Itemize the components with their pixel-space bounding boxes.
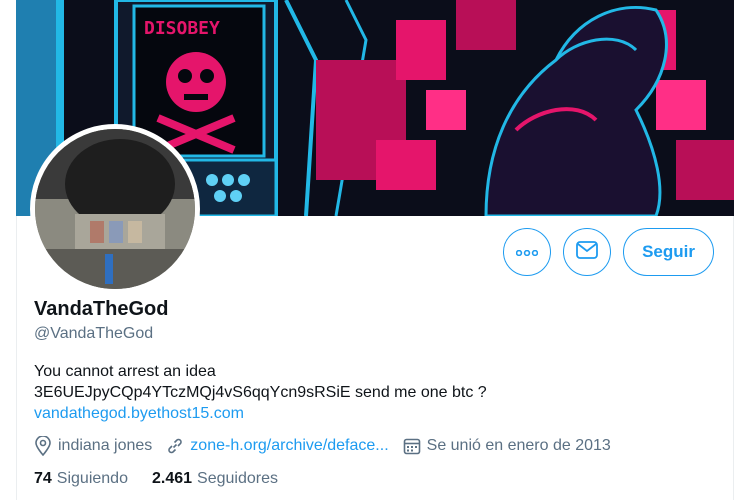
- following-stat[interactable]: 74 Siguiendo: [34, 470, 128, 488]
- bio-link[interactable]: vandathegod.byethost15.com: [34, 405, 244, 422]
- profile-bio: You cannot arrest an idea 3E6UEJpyCQp4YT…: [34, 361, 724, 424]
- more-options-button[interactable]: [503, 228, 552, 276]
- website-link[interactable]: zone-h.org/archive/deface...: [190, 437, 388, 455]
- location-pin-icon: [34, 436, 52, 456]
- display-name: VandaTheGod: [34, 298, 169, 320]
- location-text: indiana jones: [58, 437, 153, 454]
- website: zone-h.org/archive/deface...: [166, 437, 389, 455]
- followers-count: 2.461: [151, 470, 193, 487]
- follow-stats: 74 Siguiendo 2.461 Seguidores: [34, 470, 724, 488]
- join-date-text: Se unió en enero de 2013: [426, 437, 611, 454]
- message-button[interactable]: [563, 228, 612, 276]
- user-handle: @VandaTheGod: [34, 325, 154, 342]
- calendar-icon: [403, 437, 421, 455]
- following-count: 74: [34, 470, 52, 487]
- bio-line-2: 3E6UEJpyCQp4YTczMQj4vS6qqYcn9sRSiE send …: [34, 384, 487, 401]
- location: indiana jones: [34, 436, 152, 456]
- bio-line-1: You cannot arrest an idea: [34, 363, 216, 380]
- followers-stat[interactable]: 2.461 Seguidores: [152, 470, 278, 488]
- profile-avatar[interactable]: [30, 124, 200, 294]
- following-label: Siguiendo: [56, 470, 128, 487]
- profile-actions: Seguir: [503, 228, 714, 276]
- followers-label: Seguidores: [197, 470, 278, 487]
- profile-info: VandaTheGod @VandaTheGod You cannot arre…: [34, 296, 724, 488]
- envelope-icon: [576, 240, 598, 264]
- profile-meta: indiana jones zone-h.org/archive/deface.…: [34, 436, 724, 456]
- more-dots-icon: [515, 243, 539, 261]
- banner-sign-text: DISOBEY: [144, 18, 220, 39]
- join-date: Se unió en enero de 2013: [403, 437, 611, 455]
- follow-button[interactable]: Seguir: [623, 228, 714, 276]
- link-icon: [166, 437, 184, 455]
